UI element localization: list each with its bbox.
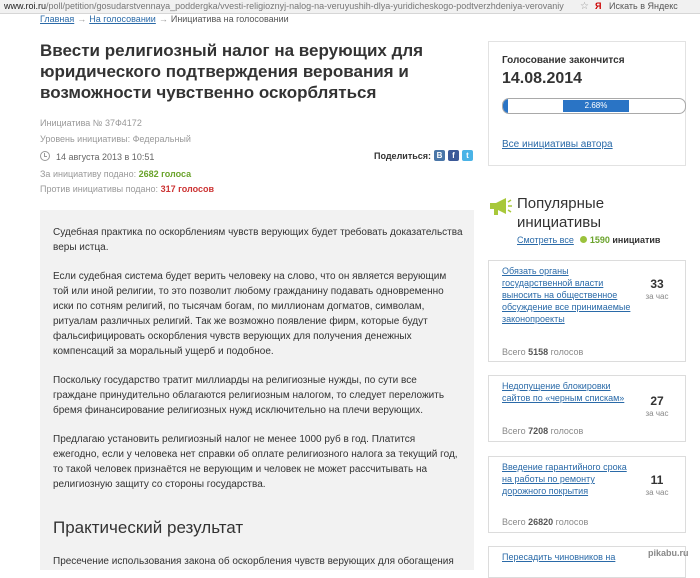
petition-date-row: 14 августа 2013 в 10:51	[40, 151, 154, 162]
petition-number: Инициатива № 37Ф4172	[40, 118, 142, 128]
votes-for-value: 2682 голоса	[138, 169, 192, 179]
votes-for-row: За инициативу подано: 2682 голоса	[40, 169, 191, 179]
breadcrumb-separator: →	[158, 14, 168, 24]
voting-ends-label: Голосование закончится	[502, 55, 625, 66]
clock-icon	[40, 151, 50, 161]
popular-card-total: Всего 5158 голосов	[502, 347, 583, 357]
votes-against-row: Против инициативы подано: 317 голосов	[40, 184, 214, 194]
body-paragraph-4: Предлагаю установить религиозный налог н…	[53, 434, 458, 490]
total-label: Всего	[502, 426, 526, 436]
breadcrumb-home-link[interactable]: Главная	[40, 14, 74, 24]
popular-summary: Смотреть все 1590 инициатив	[517, 235, 660, 245]
yandex-logo: Я	[595, 1, 602, 11]
popular-card-title[interactable]: Обязать органы государственной власти вы…	[502, 265, 632, 325]
popular-see-all-link[interactable]: Смотреть все	[517, 235, 574, 245]
bookmark-star-icon[interactable]: ☆	[580, 0, 589, 13]
url-domain: www.roi.ru	[4, 1, 47, 11]
total-label: Всего	[502, 347, 526, 357]
popular-card: Обязать органы государственной власти вы…	[488, 260, 686, 362]
voting-progress-text: 2.68%	[563, 100, 629, 112]
popular-card-total: Всего 7208 голосов	[502, 426, 583, 436]
popular-card-hour-label: за час	[645, 409, 669, 418]
votes-against-value: 317 голосов	[160, 184, 214, 194]
pikabu-watermark: pikabu.ru	[648, 548, 689, 558]
breadcrumb-current: Инициатива на голосовании	[170, 14, 289, 24]
popular-card-total: Всего 26820 голосов	[502, 517, 588, 527]
popular-count: 1590	[589, 235, 610, 245]
voting-progress-bar: 2.68%	[502, 98, 686, 114]
share-label: Поделиться:	[374, 151, 432, 161]
green-dot-icon	[579, 236, 587, 243]
megaphone-icon	[490, 198, 512, 215]
votes-against-label: Против инициативы подано:	[40, 184, 159, 194]
voting-status-box: Голосование закончится 14.08.2014 2.68% …	[488, 41, 686, 166]
popular-card-hour-label: за час	[645, 488, 669, 497]
twitter-icon[interactable]: t	[462, 150, 473, 161]
url-field[interactable]: www.roi.ru/poll/petition/gosudarstvennay…	[4, 0, 564, 13]
popular-card-hour-count: 33	[650, 277, 664, 291]
voting-progress-fill	[503, 99, 508, 113]
breadcrumb: Главная → На голосовании → Инициатива на гол…	[40, 14, 289, 24]
total-value: 26820	[528, 517, 554, 527]
total-label: Всего	[502, 517, 526, 527]
browser-address-bar[interactable]: www.roi.ru/poll/petition/gosudarstvennay…	[0, 0, 700, 14]
total-unit: голосов	[550, 426, 584, 436]
petition-title: Ввести религиозный налог на верующих для…	[40, 41, 424, 102]
author-initiatives-link[interactable]: Все инициативы автора	[502, 139, 613, 150]
popular-card-title[interactable]: Недопущение блокировки сайтов по «черным…	[502, 380, 632, 404]
petition-level: Уровень инициативы: Федеральный	[40, 134, 191, 144]
body-paragraph-2: Если судебная система будет верить челов…	[53, 271, 447, 357]
url-path: /poll/petition/gosudarstvennaya_poddergk…	[46, 1, 564, 11]
popular-card-title[interactable]: Введение гарантийного срока на работы по…	[502, 461, 632, 497]
popular-card-title[interactable]: Пересадить чиновников на	[502, 551, 632, 563]
breadcrumb-separator: →	[77, 14, 87, 24]
vkontakte-icon[interactable]: B	[434, 150, 445, 161]
votes-for-label: За инициативу подано:	[40, 169, 137, 179]
popular-card-hour-count: 11	[650, 473, 664, 487]
yandex-search-field[interactable]: Искать в Яндекс	[609, 0, 700, 13]
popular-count-word: инициатив	[612, 235, 661, 245]
total-value: 5158	[528, 347, 549, 357]
total-value: 7208	[528, 426, 549, 436]
petition-date: 14 августа 2013 в 10:51	[56, 152, 155, 162]
total-unit: голосов	[555, 517, 589, 527]
breadcrumb-voting-link[interactable]: На голосовании	[89, 14, 156, 24]
body-paragraph-3: Поскольку государство тратит миллиарды н…	[53, 375, 445, 416]
facebook-icon[interactable]: f	[448, 150, 459, 161]
voting-ends-date: 14.08.2014	[502, 70, 583, 87]
popular-card-hour-label: за час	[645, 292, 669, 301]
popular-title: Популярные инициативы	[517, 195, 605, 231]
result-heading: Практический результат	[53, 518, 244, 537]
total-unit: голосов	[550, 347, 584, 357]
popular-card: Введение гарантийного срока на работы по…	[488, 456, 686, 533]
body-paragraph-5: Пресечение использования закона об оскор…	[53, 556, 454, 567]
popular-card-hour-count: 27	[650, 394, 664, 408]
popular-card: Недопущение блокировки сайтов по «черным…	[488, 375, 686, 442]
body-paragraph-1: Судебная практика по оскорблениям чувств…	[53, 227, 463, 253]
